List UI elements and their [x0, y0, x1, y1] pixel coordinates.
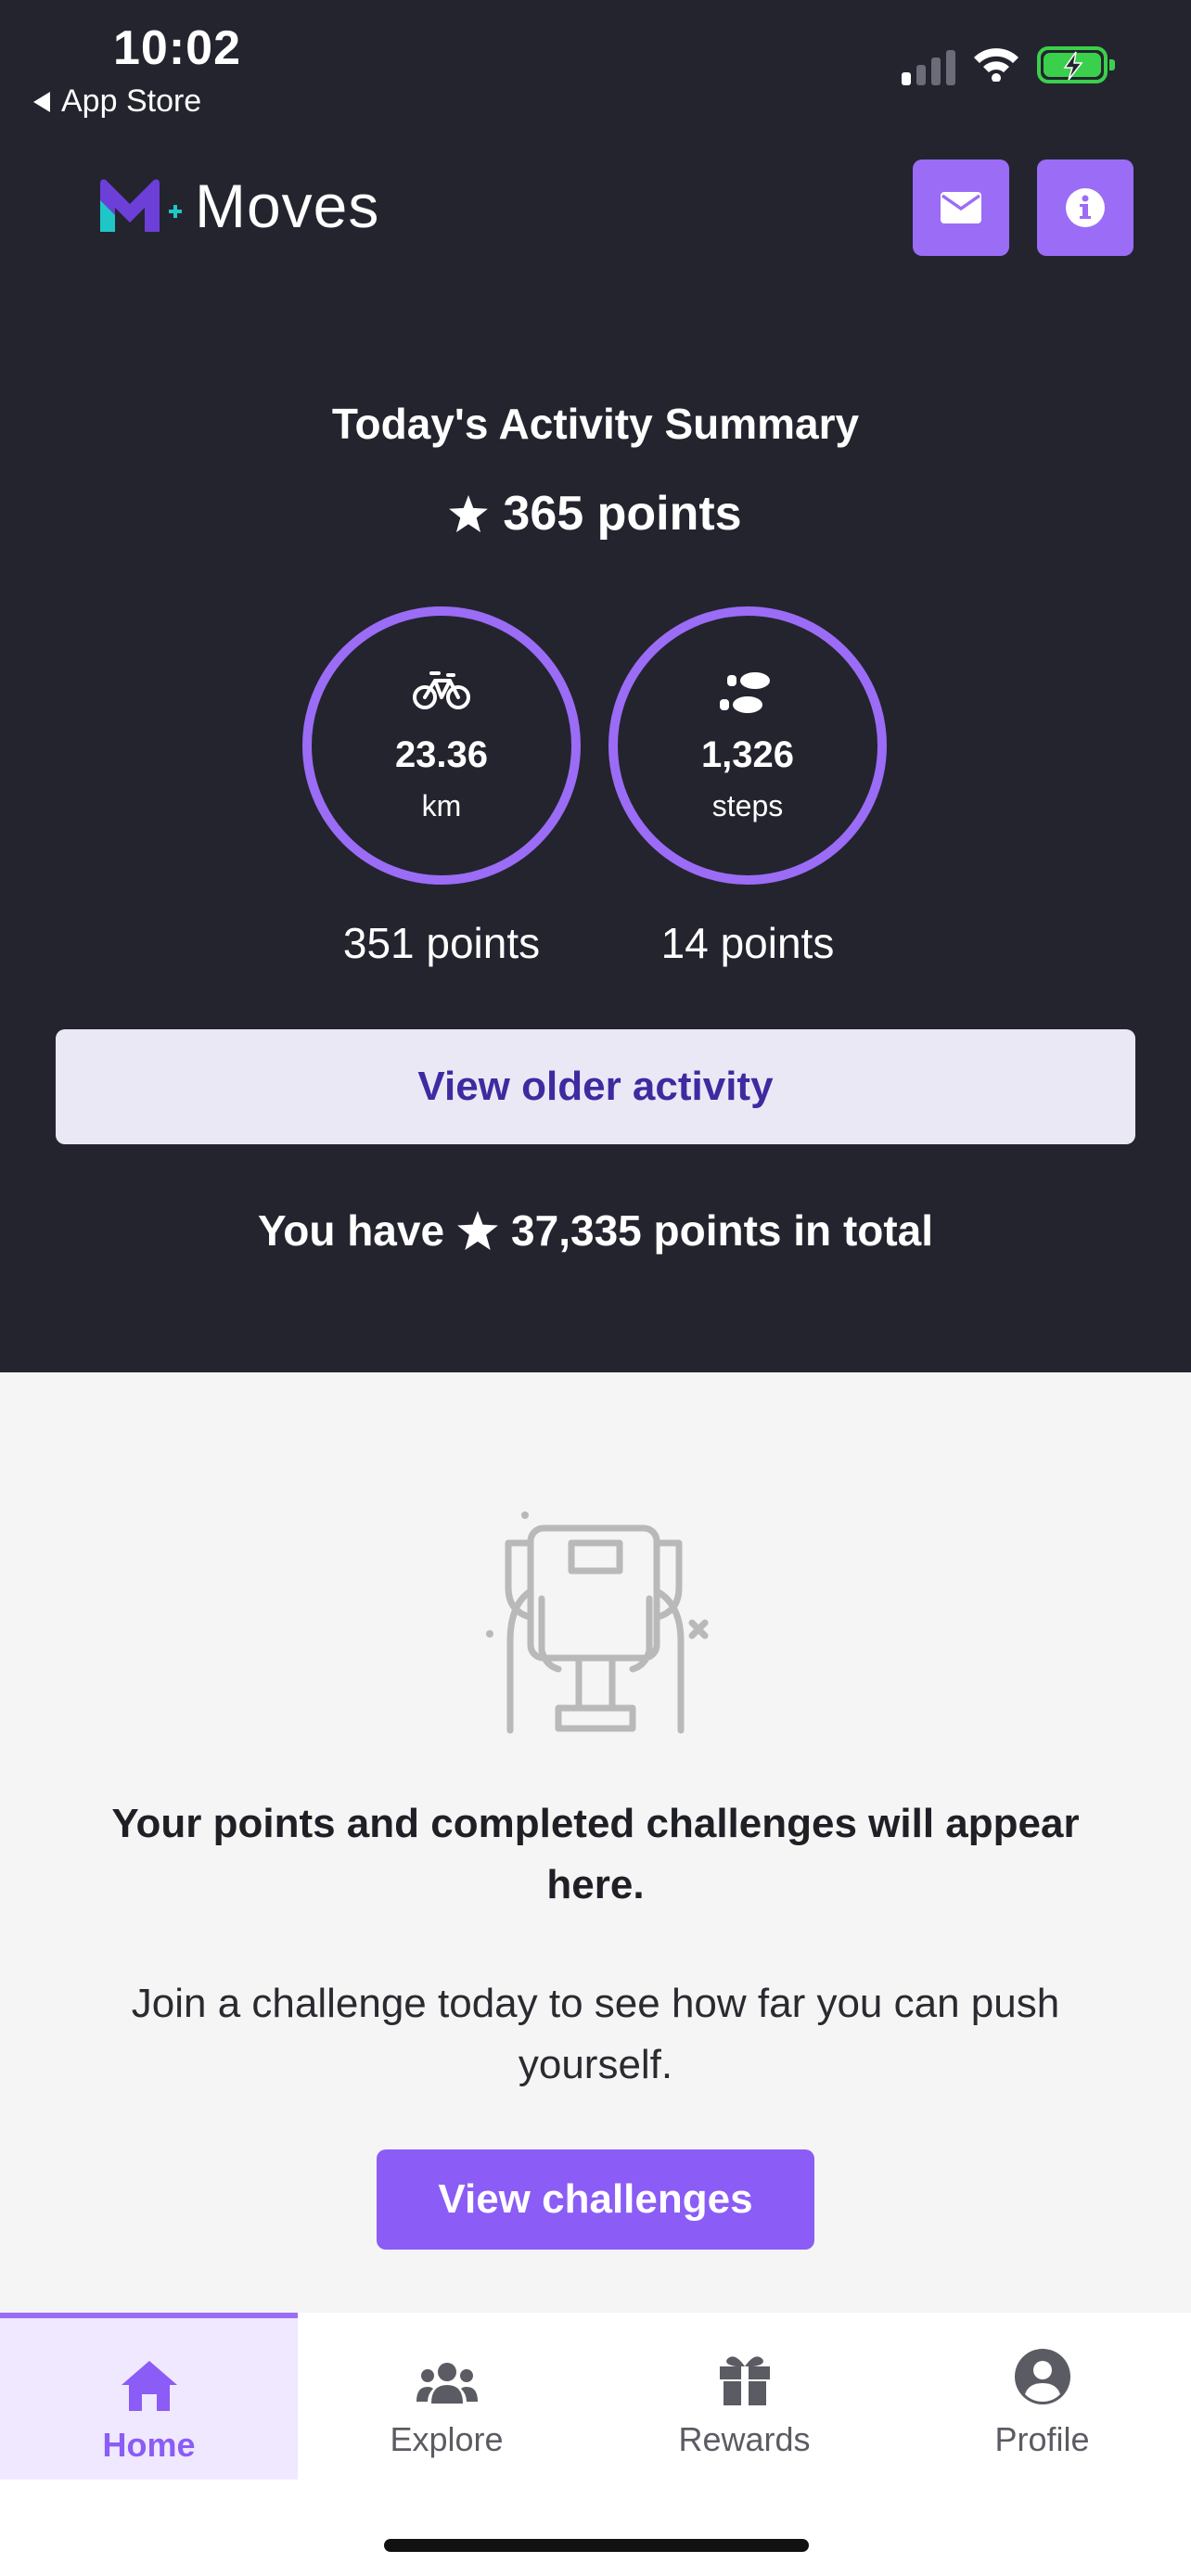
moves-logo-icon	[100, 179, 182, 232]
footsteps-icon	[720, 672, 770, 713]
cellular-signal-icon	[902, 50, 955, 85]
back-label: App Store	[61, 83, 202, 119]
gift-icon	[719, 2356, 770, 2405]
star-icon	[449, 495, 489, 532]
star-icon	[457, 1211, 498, 1250]
cycling-distance: 23.36	[394, 734, 489, 775]
bicycle-icon	[413, 671, 470, 709]
tab-rewards-label: Rewards	[678, 2420, 811, 2458]
bottom-tab-bar: Home Explore Rewards Profile	[0, 2313, 1191, 2576]
tab-profile-label: Profile	[994, 2420, 1090, 2458]
summary-title: Today's Activity Summary	[331, 400, 860, 448]
app-logo: Moves	[96, 171, 379, 241]
steps-unit: steps	[711, 789, 784, 823]
cycling-points: 351 points	[342, 919, 541, 967]
tab-home-label: Home	[102, 2426, 196, 2464]
status-time: 10:02	[113, 21, 241, 75]
activity-summary-panel: 10:02 App Store Moves Today's Activity S…	[0, 0, 1191, 1372]
today-points-value: 365 points	[503, 487, 742, 541]
total-prefix: You have	[257, 1206, 445, 1255]
steps-ring: 1,326 steps	[608, 606, 887, 885]
empty-state-title: Your points and completed challenges wil…	[111, 1801, 1080, 1907]
info-button[interactable]	[1037, 159, 1133, 256]
total-points: You have 37,335 points in total	[0, 1205, 1191, 1256]
cycling-unit: km	[421, 789, 462, 823]
steps-points: 14 points	[660, 919, 835, 967]
empty-state-subtitle: Join a challenge today to see how far yo…	[131, 1981, 1060, 2087]
envelope-icon	[941, 192, 981, 223]
view-older-activity-button[interactable]: View older activity	[56, 1029, 1135, 1144]
view-challenges-button[interactable]: View challenges	[377, 2149, 814, 2250]
battery-charging-icon	[1037, 46, 1115, 83]
wifi-icon	[972, 45, 1020, 86]
app-name: Moves	[195, 172, 380, 240]
tab-explore[interactable]: Explore	[298, 2313, 596, 2480]
trophy-icon	[477, 1502, 714, 1748]
cycling-ring: 23.36 km	[302, 606, 581, 885]
home-indicator	[384, 2539, 809, 2552]
info-icon	[1066, 188, 1105, 227]
today-points: 365 points	[0, 486, 1191, 542]
steps-count: 1,326	[700, 734, 795, 775]
messages-button[interactable]	[913, 159, 1009, 256]
user-circle-icon	[1014, 2349, 1070, 2404]
tab-home[interactable]: Home	[0, 2313, 298, 2480]
tab-rewards[interactable]: Rewards	[596, 2313, 893, 2480]
back-arrow-icon	[33, 91, 50, 112]
tab-explore-label: Explore	[390, 2420, 504, 2458]
home-icon	[121, 2361, 177, 2411]
tab-profile[interactable]: Profile	[893, 2313, 1191, 2480]
users-icon	[416, 2363, 478, 2404]
total-points-value: 37,335 points in total	[511, 1206, 934, 1255]
back-to-app-store[interactable]: App Store	[33, 83, 201, 120]
